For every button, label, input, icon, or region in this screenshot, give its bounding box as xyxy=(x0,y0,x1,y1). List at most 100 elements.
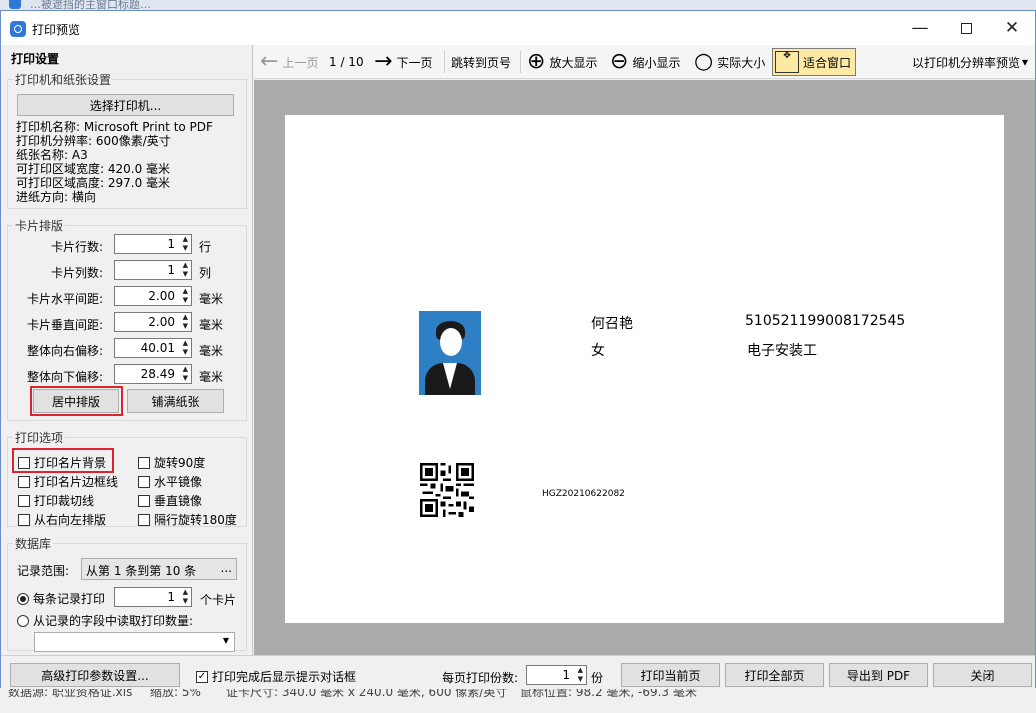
print-all-button[interactable]: 打印全部页 xyxy=(725,663,824,687)
stepper-arrows-icon[interactable]: ▲ ▼ xyxy=(183,235,188,253)
status-datasource: 数据源: 职业资格证.xls xyxy=(8,689,133,699)
checkbox-label: 隔行旋转180度 xyxy=(154,513,237,527)
rows-stepper[interactable]: 1 ▲ ▼ xyxy=(114,234,192,254)
offset-down-unit: 毫米 xyxy=(199,370,224,384)
checkbox-icon[interactable] xyxy=(138,513,150,526)
cols-label: 卡片列数: xyxy=(50,266,103,280)
toolbar-separator xyxy=(520,51,521,73)
printable-width-text: 可打印区域宽度: 420.0 毫米 xyxy=(16,162,171,176)
copies-label: 每页打印份数: xyxy=(442,671,519,685)
stepper-arrows-icon[interactable]: ▲ ▼ xyxy=(183,287,188,305)
goto-page-button[interactable]: 跳转到页号 xyxy=(451,45,511,79)
checkbox-label: 打印完成后显示提示对话框 xyxy=(212,670,357,684)
radio-label: 每条记录打印 xyxy=(33,592,106,606)
stepper-arrows-icon[interactable]: ▲ ▼ xyxy=(183,313,188,331)
checkbox-checked-icon[interactable]: ✓ xyxy=(196,670,208,683)
page-indicator: 1 / 10 xyxy=(329,55,364,69)
prev-page-label: 上一页 xyxy=(282,55,319,70)
zoom-in-button[interactable]: ⊕ 放大显示 xyxy=(527,45,597,79)
checkbox-label: 打印裁切线 xyxy=(34,494,95,508)
count-field-select[interactable]: ▼ xyxy=(34,632,235,652)
highlight-frame xyxy=(12,448,114,473)
show-dialog-checkbox[interactable]: ✓ 打印完成后显示提示对话框 xyxy=(196,668,356,685)
printer-resolution-dropdown[interactable]: 以打印机分辨率预览 ▾ xyxy=(912,45,1028,79)
preview-area[interactable]: 何召艳 510521199008172545 女 电子安装工 HGZ202106… xyxy=(254,80,1035,655)
more-icon[interactable]: ... xyxy=(221,561,232,575)
actual-size-label: 实际大小 xyxy=(717,55,766,70)
copies-stepper[interactable]: 1 ▲ ▼ xyxy=(526,665,587,685)
v-mirror-checkbox[interactable]: 垂直镜像 xyxy=(138,492,202,509)
id-photo xyxy=(419,311,481,395)
select-printer-button[interactable]: 选择打印机... xyxy=(17,94,234,116)
feed-direction-text: 进纸方向: 横向 xyxy=(16,190,96,204)
h-spacing-stepper[interactable]: 2.00 ▲ ▼ xyxy=(114,286,192,306)
checkbox-icon[interactable] xyxy=(138,456,150,469)
radio-icon[interactable] xyxy=(17,614,29,627)
v-spacing-stepper[interactable]: 2.00 ▲ ▼ xyxy=(114,312,192,332)
stepper-value: 1 xyxy=(167,263,175,277)
fit-window-button[interactable]: ✥ 适合窗口 xyxy=(772,48,857,76)
radio-icon[interactable] xyxy=(17,592,29,605)
fill-paper-button[interactable]: 铺满纸张 xyxy=(127,389,224,413)
minimize-button[interactable]: — xyxy=(897,11,943,45)
checkbox-icon[interactable] xyxy=(18,475,30,488)
v-spacing-label: 卡片垂直间距: xyxy=(26,318,103,332)
alt-rotate-180-checkbox[interactable]: 隔行旋转180度 xyxy=(138,511,237,528)
stepper-arrows-icon[interactable]: ▲ ▼ xyxy=(183,339,188,357)
right-to-left-checkbox[interactable]: 从右向左排版 xyxy=(18,511,106,528)
checkbox-label: 从右向左排版 xyxy=(34,513,107,527)
export-pdf-button[interactable]: 导出到 PDF xyxy=(829,663,928,687)
per-record-radio[interactable]: 每条记录打印 xyxy=(17,590,105,607)
close-window-button[interactable]: ✕ xyxy=(989,11,1035,45)
checkbox-icon[interactable] xyxy=(18,513,30,526)
record-range-value: 从第 1 条到第 10 条 xyxy=(86,564,197,578)
close-button[interactable]: 关闭 xyxy=(933,663,1032,687)
card-gender: 女 xyxy=(591,343,605,359)
stepper-value: 1 xyxy=(167,590,175,604)
next-page-label: 下一页 xyxy=(396,55,433,70)
printable-height-text: 可打印区域高度: 297.0 毫米 xyxy=(16,176,171,190)
rotate-90-checkbox[interactable]: 旋转90度 xyxy=(138,454,205,471)
from-field-radio[interactable]: 从记录的字段中读取打印数量: xyxy=(17,612,193,629)
offset-right-unit: 毫米 xyxy=(199,344,224,358)
next-page-button[interactable]: → 下一页 xyxy=(374,45,432,79)
record-range-field[interactable]: 从第 1 条到第 10 条 ... xyxy=(81,558,237,580)
checkbox-icon[interactable] xyxy=(18,494,30,507)
background-window-titlebar: …被遮挡的主窗口标题… xyxy=(0,0,1036,10)
advanced-settings-button[interactable]: 高级打印参数设置... xyxy=(10,663,180,687)
h-spacing-label: 卡片水平间距: xyxy=(26,292,103,306)
toolbar-separator xyxy=(444,51,445,73)
h-mirror-checkbox[interactable]: 水平镜像 xyxy=(138,473,202,490)
title-bar[interactable]: 打印预览 — ✕ xyxy=(1,11,1035,45)
actual-size-button[interactable]: ○ 实际大小 xyxy=(694,45,765,79)
stepper-arrows-icon[interactable]: ▲ ▼ xyxy=(183,365,188,383)
bottom-bar: 高级打印参数设置... ✓ 打印完成后显示提示对话框 每页打印份数: 1 ▲ ▼ 份 … xyxy=(1,655,1035,689)
offset-down-label: 整体向下偏移: xyxy=(26,370,103,384)
checkbox-label: 垂直镜像 xyxy=(154,494,203,508)
cols-stepper[interactable]: 1 ▲ ▼ xyxy=(114,260,192,280)
print-cut-lines-checkbox[interactable]: 打印裁切线 xyxy=(18,492,94,509)
checkbox-icon[interactable] xyxy=(138,475,150,488)
chevron-down-icon[interactable]: ▼ xyxy=(223,636,229,645)
background-window-title: …被遮挡的主窗口标题… xyxy=(30,0,151,10)
h-spacing-unit: 毫米 xyxy=(199,292,224,306)
zoom-in-icon: ⊕ xyxy=(527,49,546,74)
per-record-stepper[interactable]: 1 ▲ ▼ xyxy=(114,587,192,607)
maximize-button[interactable] xyxy=(943,11,989,45)
stepper-arrows-icon[interactable]: ▲ ▼ xyxy=(183,588,188,606)
arrow-right-icon: → xyxy=(374,49,393,74)
stepper-arrows-icon[interactable]: ▲ ▼ xyxy=(578,666,583,684)
prev-page-button[interactable]: ← 上一页 xyxy=(260,45,318,79)
highlight-frame xyxy=(30,386,123,416)
checkbox-icon[interactable] xyxy=(138,494,150,507)
zoom-out-button[interactable]: ⊖ 缩小显示 xyxy=(610,45,680,79)
print-border-checkbox[interactable]: 打印名片边框线 xyxy=(18,473,118,490)
status-bar: 数据源: 职业资格证.xls 缩放: 5% 证卡尺寸: 340.0 毫米 x 2… xyxy=(0,689,1036,713)
print-current-button[interactable]: 打印当前页 xyxy=(621,663,720,687)
offset-down-stepper[interactable]: 28.49 ▲ ▼ xyxy=(114,364,192,384)
stepper-value: 2.00 xyxy=(148,315,175,329)
zoom-out-icon: ⊖ xyxy=(610,49,629,74)
offset-right-stepper[interactable]: 40.01 ▲ ▼ xyxy=(114,338,192,358)
stepper-value: 1 xyxy=(562,668,570,682)
stepper-arrows-icon[interactable]: ▲ ▼ xyxy=(183,261,188,279)
